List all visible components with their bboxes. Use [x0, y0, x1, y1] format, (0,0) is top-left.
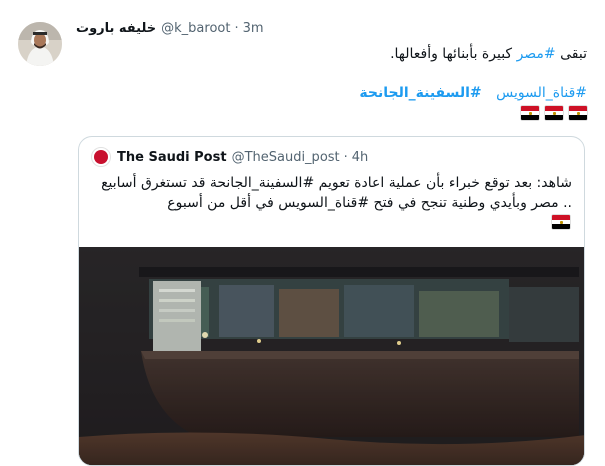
ship-video-thumbnail	[79, 247, 584, 465]
quoted-tweet-time[interactable]: 4h	[352, 150, 369, 165]
quoted-author-handle[interactable]: @TheSaudi_post	[232, 150, 340, 165]
egypt-flag-icon	[545, 106, 563, 120]
tweet-time[interactable]: 3m	[243, 21, 264, 36]
quoted-media-video[interactable]	[79, 247, 584, 465]
separator-dot: ·	[343, 149, 348, 165]
egypt-flag-icon	[569, 106, 587, 120]
quoted-tweet-text: شاهد: بعد توقع خبراء بأن عملية اعادة تعو…	[101, 175, 572, 211]
quoted-tweet-header: The Saudi Post @TheSaudi_post · 4h	[91, 147, 368, 167]
text-before: تبقى	[555, 46, 587, 62]
quoted-flag	[552, 215, 570, 229]
tweet[interactable]: خليفه باروت @k_baroot · 3m تبقى #مصر كبيرة …	[0, 0, 605, 466]
separator-dot: ·	[234, 21, 239, 36]
hashtag-suez-canal-link[interactable]: #قناة_السويس	[496, 85, 587, 101]
flags-row	[521, 106, 587, 120]
author-name[interactable]: خليفه باروت	[76, 21, 156, 36]
egypt-flag-icon	[521, 106, 539, 120]
hashtag-egypt-link[interactable]: #مصر	[517, 46, 556, 62]
text-after: كبيرة بأبنائها وأفعالها.	[390, 46, 517, 62]
tweet-header: خليفه باروت @k_baroot · 3m	[76, 20, 264, 38]
hashtag-row: #قناة_السويس #السفينة_الجانحة	[349, 84, 587, 102]
egypt-flag-icon	[552, 215, 570, 229]
quoted-author-name[interactable]: The Saudi Post	[117, 150, 227, 165]
hashtag-stranded-ship-link[interactable]: #السفينة_الجانحة	[359, 85, 481, 101]
tweet-text: تبقى #مصر كبيرة بأبنائها وأفعالها.	[390, 44, 587, 64]
author-handle[interactable]: @k_baroot	[161, 21, 230, 36]
avatar[interactable]	[18, 22, 62, 66]
user-avatar-image	[18, 22, 62, 66]
saudi-post-logo-icon[interactable]	[91, 147, 111, 167]
quoted-tweet[interactable]: The Saudi Post @TheSaudi_post · 4h شاهد: بع…	[78, 136, 585, 466]
